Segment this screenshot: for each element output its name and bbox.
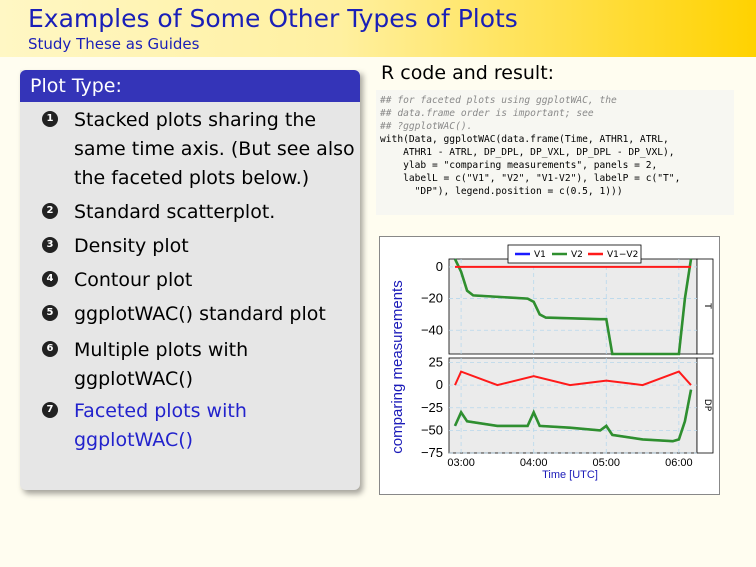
code-line: "DP"), legend.position = c(0.5, 1))) <box>380 186 623 197</box>
list-item-text: Stacked plots sharing the same time axis… <box>74 109 355 189</box>
y-tick-label: −75 <box>421 445 443 460</box>
legend-label-v2: V2 <box>571 250 583 260</box>
y-axis-label: comparing measurements <box>389 280 406 453</box>
rcode-title: R code and result: <box>381 62 555 84</box>
item-number-badge: 1 <box>42 111 58 127</box>
y-tick-label: 0 <box>436 377 443 392</box>
item-number-badge: 6 <box>42 341 58 357</box>
plot-type-block: Plot Type: 1 Stacked plots sharing the s… <box>20 70 360 490</box>
panel-DP-label: DP <box>702 399 712 412</box>
slide-header: Examples of Some Other Types of Plots St… <box>0 0 756 57</box>
panel-DP-background <box>448 357 698 454</box>
code-line: ## ?ggplotWAC(). <box>380 121 473 132</box>
code-line: ylab = "comparing measurements", panels … <box>380 160 658 171</box>
list-item-text[interactable]: Faceted plots with ggplotWAC() <box>74 397 359 455</box>
x-axis-label: Time [UTC] <box>542 469 598 481</box>
y-tick-label: −50 <box>421 422 443 437</box>
item-number-badge: 5 <box>42 305 58 321</box>
list-item-text: Contour plot <box>74 269 193 291</box>
x-tick-label: 04:00 <box>520 457 548 469</box>
y-tick-label: 25 <box>429 355 443 370</box>
slide-subtitle: Study These as Guides <box>28 35 200 53</box>
panel-T-background <box>448 258 698 355</box>
faceted-chart: comparing measurements Time [UTC] T DP 0… <box>389 244 714 481</box>
code-block: ## for faceted plots using ggplotWAC, th… <box>376 90 734 215</box>
plot-frame: comparing measurements Time [UTC] T DP 0… <box>379 236 720 495</box>
list-item-text: ggplotWAC() standard plot <box>74 303 326 325</box>
panel-T-label: T <box>702 302 712 309</box>
list-item-text: Density plot <box>74 235 189 257</box>
item-number-badge: 4 <box>42 271 58 287</box>
item-number-badge: 7 <box>42 402 58 418</box>
y-tick-label: −40 <box>421 322 443 337</box>
legend-label-v1: V1 <box>534 250 546 260</box>
y-tick-label: −20 <box>421 291 443 306</box>
code-line: labelL = c("V1", "V2", "V1-V2"), labelP … <box>380 173 681 184</box>
list-item-text: Multiple plots with ggplotWAC() <box>74 339 249 390</box>
item-number-badge: 2 <box>42 203 58 219</box>
list-item-text: Standard scatterplot. <box>74 201 276 223</box>
code-line: ## for faceted plots using ggplotWAC, th… <box>380 95 617 106</box>
x-tick-label: 05:00 <box>593 457 621 469</box>
block-title: Plot Type: <box>20 70 360 102</box>
legend-label-v1-v2: V1−V2 <box>607 250 638 260</box>
code-line: ATHR1 - ATRL, DP_DPL, DP_VXL, DP_DPL - D… <box>380 147 675 158</box>
item-number-badge: 3 <box>42 237 58 253</box>
x-tick-label: 03:00 <box>447 457 475 469</box>
y-tick-label: −25 <box>421 400 443 415</box>
code-line: ## data.frame order is important; see <box>380 108 594 119</box>
x-tick-label: 06:00 <box>665 457 693 469</box>
code-line: with(Data, ggplotWAC(data.frame(Time, AT… <box>380 134 669 145</box>
y-tick-label: 0 <box>436 259 443 274</box>
slide-title: Examples of Some Other Types of Plots <box>28 4 518 33</box>
